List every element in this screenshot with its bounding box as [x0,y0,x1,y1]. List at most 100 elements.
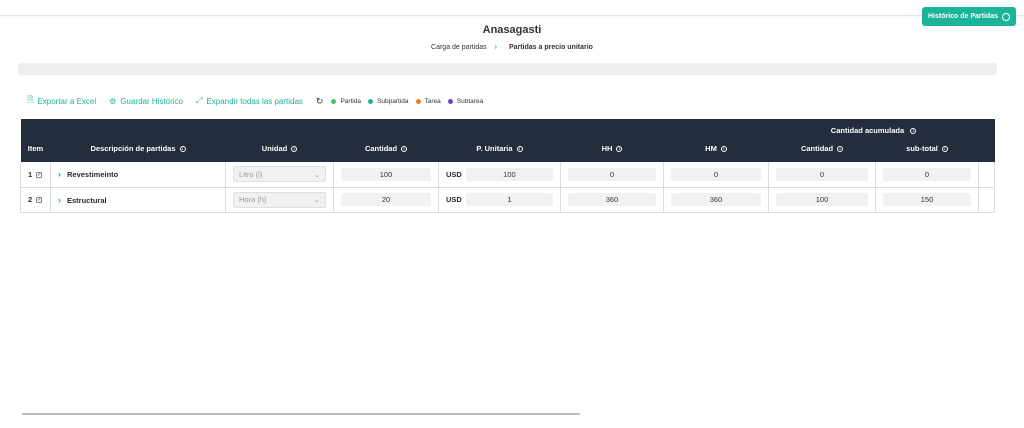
col-item-label: Item [27,144,44,153]
breadcrumb: Carga de partidas › Partidas a precio un… [0,44,1024,51]
export-label: Exportar a Excel [37,96,97,106]
legend-partida: Partida [331,98,361,105]
row-item-number: 1 [28,169,33,179]
row-item-number: 2 [28,195,33,204]
col-item: Item [20,135,51,162]
subtotal-field[interactable]: 150 [883,193,972,206]
hh-field[interactable]: 0 [568,167,656,181]
file-icon: 🗎 [27,95,34,104]
col-subtotal: sub-total i [875,135,979,162]
table-row: 1 ✓ › Revestimeinto Litro (l) ⌄ 100 USD 100 … [20,162,996,188]
row-desc-text: Estructural [67,195,107,205]
hh-field[interactable]: 360 [568,193,656,206]
legend-subpartida: Subpartida [368,98,409,105]
unit-select[interactable]: Hora (h) ⌄ [233,191,326,208]
col-acc-qty-label: Cantidad [800,144,834,153]
row-desc: › Revestimeinto [50,162,226,188]
col-unit-label: Unidad [261,144,288,153]
legend-dot [447,98,453,104]
col-desc-label: Descripción de partidas [90,144,176,153]
header-spacer [978,119,995,135]
col-acc-qty: Cantidad i [768,135,876,162]
row-extra [978,162,996,188]
save-history-button[interactable]: ⚙ Guardar Histórico [109,97,183,106]
save-history-label: Guardar Histórico [120,96,183,106]
info-icon[interactable]: i [910,128,917,135]
partidas-table: Cantidad acumulada i Item Descripción de… [20,119,996,213]
col-hh: HH i [560,135,664,162]
row-unit: Hora (h) ⌄ [225,187,334,213]
qty-field[interactable]: 100 [341,167,431,181]
legend-label: Partida [340,97,362,105]
info-icon[interactable]: i [401,146,408,153]
expand-icon: ⤢ [196,96,203,105]
col-pu: P. Unitaria i [438,135,561,162]
breadcrumb-step-2[interactable]: Partidas a precio unitario [509,44,593,51]
row-hh: 360 [560,187,664,213]
legend-label: Tarea [424,97,441,105]
chevron-down-icon: ⌄ [313,169,320,179]
col-pu-label: P. Unitaria [476,144,513,153]
col-qty-label: Cantidad [364,144,398,153]
pu-field[interactable]: 100 [465,167,553,181]
legend-dot [368,98,374,104]
col-hm-label: HM [705,144,717,153]
checkbox-icon[interactable]: ✓ [36,197,43,204]
header-spacer [20,119,769,135]
unit-select[interactable]: Litro (l) ⌄ [233,166,326,183]
row-desc: › Estructural [50,187,226,213]
progress-bar [18,63,997,75]
row-unit: Litro (l) ⌄ [225,162,334,188]
chevron-right-icon[interactable]: › [58,169,61,179]
col-hm: HM i [663,135,769,162]
legend-subtarea: Subtarea [447,97,484,105]
expand-all-button[interactable]: ⤢ Expandir todas las partidas [196,96,303,106]
row-subtotal: 0 [875,162,980,188]
info-icon[interactable]: i [720,146,727,153]
info-icon[interactable]: i [516,146,523,153]
row-qty: 100 [333,162,439,188]
legend-dot [331,98,337,104]
col-subtotal-label: sub-total [906,144,938,153]
acc-qty-field[interactable]: 100 [776,193,868,206]
info-icon[interactable]: i [837,146,844,153]
history-button-label: Histórico de Partidas [927,13,998,20]
col-qty: Cantidad i [333,135,439,162]
refresh-icon[interactable]: ↻ [316,96,324,107]
unit-select-value: Litro (l) [239,169,263,179]
chevron-down-icon: ⌄ [313,195,320,204]
currency-label: USD [446,169,462,179]
horizontal-scrollbar[interactable] [22,413,580,415]
col-desc: Descripción de partidas i [50,135,226,162]
export-excel-button[interactable]: 🗎 Exportar a Excel [27,94,96,108]
qty-field[interactable]: 20 [341,193,431,206]
legend-label: Subtarea [456,97,484,105]
info-icon[interactable]: i [291,146,298,153]
col-unit: Unidad i [225,135,334,162]
breadcrumb-step-1[interactable]: Carga de partidas [431,44,487,51]
currency-label: USD [446,195,462,204]
row-item: 1 ✓ [20,162,51,188]
info-icon[interactable]: i [941,146,948,153]
save-icon: ⚙ [109,96,117,106]
chevron-right-icon[interactable]: › [58,195,61,205]
checkbox-icon[interactable]: ✓ [36,171,43,178]
row-qty: 20 [333,187,439,213]
row-acc-qty: 0 [768,162,876,188]
hm-field[interactable]: 0 [671,167,761,181]
acc-qty-field[interactable]: 0 [776,167,868,181]
row-pu: USD 1 [438,187,561,213]
row-hm: 360 [663,187,769,213]
info-icon[interactable]: i [179,146,186,153]
legend-dot [415,98,421,104]
subtotal-field[interactable]: 0 [883,167,972,181]
row-desc-text: Revestimeinto [67,170,119,180]
pu-field[interactable]: 1 [465,193,553,206]
info-icon[interactable]: i [616,146,623,153]
toolbar: 🗎 Exportar a Excel ⚙ Guardar Histórico ⤢… [27,95,490,107]
legend-tarea: Tarea [415,97,441,105]
row-acc-qty: 100 [768,187,876,213]
col-hh-label: HH [601,144,613,153]
table-row: 2 ✓ › Estructural Hora (h) ⌄ 20 USD 1 360 36… [20,187,996,213]
hm-field[interactable]: 360 [671,193,761,206]
